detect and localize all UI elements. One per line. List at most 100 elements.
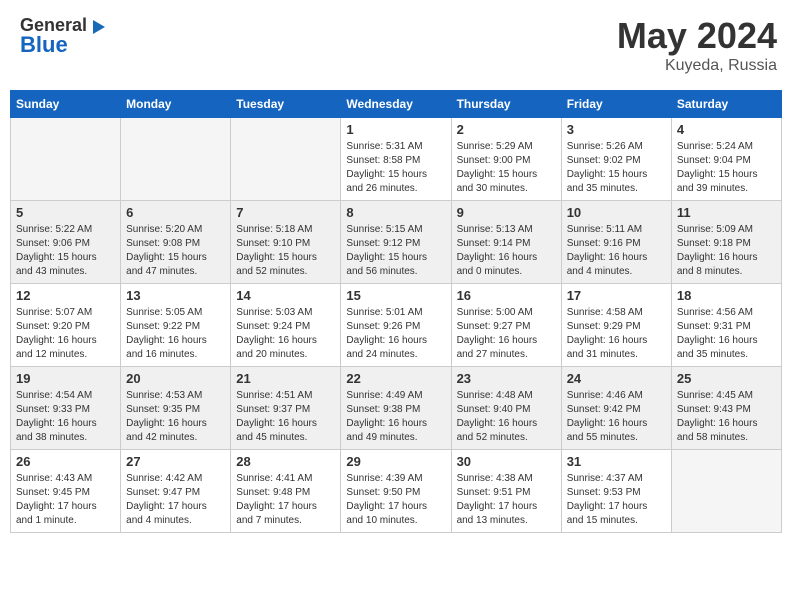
day-info: Sunrise: 4:53 AM Sunset: 9:35 PM Dayligh… <box>126 389 225 445</box>
table-row <box>11 118 121 201</box>
header-saturday: Saturday <box>671 91 781 118</box>
table-row: 8Sunrise: 5:15 AM Sunset: 9:12 PM Daylig… <box>341 201 451 284</box>
day-number: 17 <box>567 288 666 303</box>
table-row: 23 Sunrise: 4:48 AM Sunset: 9:40 PM Dayli… <box>451 367 561 450</box>
table-row: 4 Sunrise: 5:24 AM Sunset: 9:04 PM Daylig… <box>671 118 781 201</box>
calendar-title: May 2024 <box>617 15 777 57</box>
table-row: 12 Sunrise: 5:07 AM Sunset: 9:20 PM Dayli… <box>11 284 121 367</box>
table-row: 1 Sunrise: 5:31 AM Sunset: 8:58 PM Daylig… <box>341 118 451 201</box>
day-info: Sunrise: 5:09 AM Sunset: 9:18 PM Dayligh… <box>677 223 776 279</box>
table-row: 25 Sunrise: 4:45 AM Sunset: 9:43 PM Dayli… <box>671 367 781 450</box>
calendar-week-row: 1 Sunrise: 5:31 AM Sunset: 8:58 PM Daylig… <box>11 118 782 201</box>
table-row: 18 Sunrise: 4:56 AM Sunset: 9:31 PM Dayli… <box>671 284 781 367</box>
day-info: Sunrise: 5:05 AM Sunset: 9:22 PM Dayligh… <box>126 306 225 362</box>
table-row: 17 Sunrise: 4:58 AM Sunset: 9:29 PM Dayli… <box>561 284 671 367</box>
day-number: 14 <box>236 288 335 303</box>
day-info: Sunrise: 5:01 AM Sunset: 9:26 PM Dayligh… <box>346 306 445 362</box>
table-row: 27 Sunrise: 4:42 AM Sunset: 9:47 PM Dayli… <box>121 450 231 533</box>
header-wednesday: Wednesday <box>341 91 451 118</box>
day-info: Sunrise: 5:00 AM Sunset: 9:27 PM Dayligh… <box>457 306 556 362</box>
table-row: 21 Sunrise: 4:51 AM Sunset: 9:37 PM Dayli… <box>231 367 341 450</box>
day-info: Sunrise: 5:24 AM Sunset: 9:04 PM Dayligh… <box>677 140 776 196</box>
table-row: 31Sunrise: 4:37 AM Sunset: 9:53 PM Dayli… <box>561 450 671 533</box>
day-number: 25 <box>677 371 776 386</box>
day-info: Sunrise: 5:13 AM Sunset: 9:14 PM Dayligh… <box>457 223 556 279</box>
day-number: 23 <box>457 371 556 386</box>
table-row: 7Sunrise: 5:18 AM Sunset: 9:10 PM Daylig… <box>231 201 341 284</box>
day-number: 27 <box>126 454 225 469</box>
table-row <box>231 118 341 201</box>
day-number: 10 <box>567 205 666 220</box>
table-row: 3 Sunrise: 5:26 AM Sunset: 9:02 PM Daylig… <box>561 118 671 201</box>
table-row: 19 Sunrise: 4:54 AM Sunset: 9:33 PM Dayli… <box>11 367 121 450</box>
table-row: 30 Sunrise: 4:38 AM Sunset: 9:51 PM Dayli… <box>451 450 561 533</box>
day-number: 11 <box>677 205 776 220</box>
day-info: Sunrise: 4:51 AM Sunset: 9:37 PM Dayligh… <box>236 389 335 445</box>
day-info: Sunrise: 5:03 AM Sunset: 9:24 PM Dayligh… <box>236 306 335 362</box>
day-info: Sunrise: 4:37 AM Sunset: 9:53 PM Dayligh… <box>567 472 666 528</box>
table-row: 13Sunrise: 5:05 AM Sunset: 9:22 PM Dayli… <box>121 284 231 367</box>
table-row: 10 Sunrise: 5:11 AM Sunset: 9:16 PM Dayli… <box>561 201 671 284</box>
day-number: 29 <box>346 454 445 469</box>
day-number: 12 <box>16 288 115 303</box>
day-info: Sunrise: 5:29 AM Sunset: 9:00 PM Dayligh… <box>457 140 556 196</box>
table-row <box>671 450 781 533</box>
logo-triangle-icon <box>89 18 107 36</box>
table-row: 15Sunrise: 5:01 AM Sunset: 9:26 PM Dayli… <box>341 284 451 367</box>
day-info: Sunrise: 5:11 AM Sunset: 9:16 PM Dayligh… <box>567 223 666 279</box>
day-info: Sunrise: 4:46 AM Sunset: 9:42 PM Dayligh… <box>567 389 666 445</box>
day-info: Sunrise: 5:07 AM Sunset: 9:20 PM Dayligh… <box>16 306 115 362</box>
day-number: 18 <box>677 288 776 303</box>
title-block: May 2024 Kuyeda, Russia <box>617 15 777 75</box>
day-number: 7 <box>236 205 335 220</box>
table-row: 24 Sunrise: 4:46 AM Sunset: 9:42 PM Dayli… <box>561 367 671 450</box>
calendar-week-row: 12 Sunrise: 5:07 AM Sunset: 9:20 PM Dayli… <box>11 284 782 367</box>
calendar-week-row: 26 Sunrise: 4:43 AM Sunset: 9:45 PM Dayli… <box>11 450 782 533</box>
day-number: 2 <box>457 122 556 137</box>
table-row: 26 Sunrise: 4:43 AM Sunset: 9:45 PM Dayli… <box>11 450 121 533</box>
day-number: 1 <box>346 122 445 137</box>
table-row: 14 Sunrise: 5:03 AM Sunset: 9:24 PM Dayli… <box>231 284 341 367</box>
table-row: 29Sunrise: 4:39 AM Sunset: 9:50 PM Dayli… <box>341 450 451 533</box>
day-number: 19 <box>16 371 115 386</box>
logo-blue-text: Blue <box>20 32 68 58</box>
day-info: Sunrise: 4:56 AM Sunset: 9:31 PM Dayligh… <box>677 306 776 362</box>
day-number: 22 <box>346 371 445 386</box>
calendar-week-row: 5 Sunrise: 5:22 AM Sunset: 9:06 PM Daylig… <box>11 201 782 284</box>
table-row: 22 Sunrise: 4:49 AM Sunset: 9:38 PM Dayli… <box>341 367 451 450</box>
header-friday: Friday <box>561 91 671 118</box>
day-info: Sunrise: 4:43 AM Sunset: 9:45 PM Dayligh… <box>16 472 115 528</box>
table-row: 16 Sunrise: 5:00 AM Sunset: 9:27 PM Dayli… <box>451 284 561 367</box>
calendar-header-row: Sunday Monday Tuesday Wednesday Thursday… <box>11 91 782 118</box>
calendar-week-row: 19 Sunrise: 4:54 AM Sunset: 9:33 PM Dayli… <box>11 367 782 450</box>
day-number: 4 <box>677 122 776 137</box>
day-info: Sunrise: 4:49 AM Sunset: 9:38 PM Dayligh… <box>346 389 445 445</box>
day-info: Sunrise: 4:58 AM Sunset: 9:29 PM Dayligh… <box>567 306 666 362</box>
day-number: 16 <box>457 288 556 303</box>
day-number: 8 <box>346 205 445 220</box>
day-info: Sunrise: 5:26 AM Sunset: 9:02 PM Dayligh… <box>567 140 666 196</box>
day-number: 5 <box>16 205 115 220</box>
day-number: 24 <box>567 371 666 386</box>
day-number: 28 <box>236 454 335 469</box>
day-info: Sunrise: 4:45 AM Sunset: 9:43 PM Dayligh… <box>677 389 776 445</box>
table-row: 9 Sunrise: 5:13 AM Sunset: 9:14 PM Daylig… <box>451 201 561 284</box>
table-row: 28 Sunrise: 4:41 AM Sunset: 9:48 PM Dayli… <box>231 450 341 533</box>
day-number: 20 <box>126 371 225 386</box>
day-info: Sunrise: 4:38 AM Sunset: 9:51 PM Dayligh… <box>457 472 556 528</box>
day-number: 26 <box>16 454 115 469</box>
day-number: 30 <box>457 454 556 469</box>
day-info: Sunrise: 5:20 AM Sunset: 9:08 PM Dayligh… <box>126 223 225 279</box>
day-info: Sunrise: 4:41 AM Sunset: 9:48 PM Dayligh… <box>236 472 335 528</box>
day-info: Sunrise: 5:31 AM Sunset: 8:58 PM Dayligh… <box>346 140 445 196</box>
day-info: Sunrise: 4:42 AM Sunset: 9:47 PM Dayligh… <box>126 472 225 528</box>
table-row <box>121 118 231 201</box>
calendar-table: Sunday Monday Tuesday Wednesday Thursday… <box>10 90 782 533</box>
day-number: 9 <box>457 205 556 220</box>
day-info: Sunrise: 4:48 AM Sunset: 9:40 PM Dayligh… <box>457 389 556 445</box>
day-number: 3 <box>567 122 666 137</box>
day-info: Sunrise: 4:54 AM Sunset: 9:33 PM Dayligh… <box>16 389 115 445</box>
header-thursday: Thursday <box>451 91 561 118</box>
day-number: 21 <box>236 371 335 386</box>
day-info: Sunrise: 5:22 AM Sunset: 9:06 PM Dayligh… <box>16 223 115 279</box>
